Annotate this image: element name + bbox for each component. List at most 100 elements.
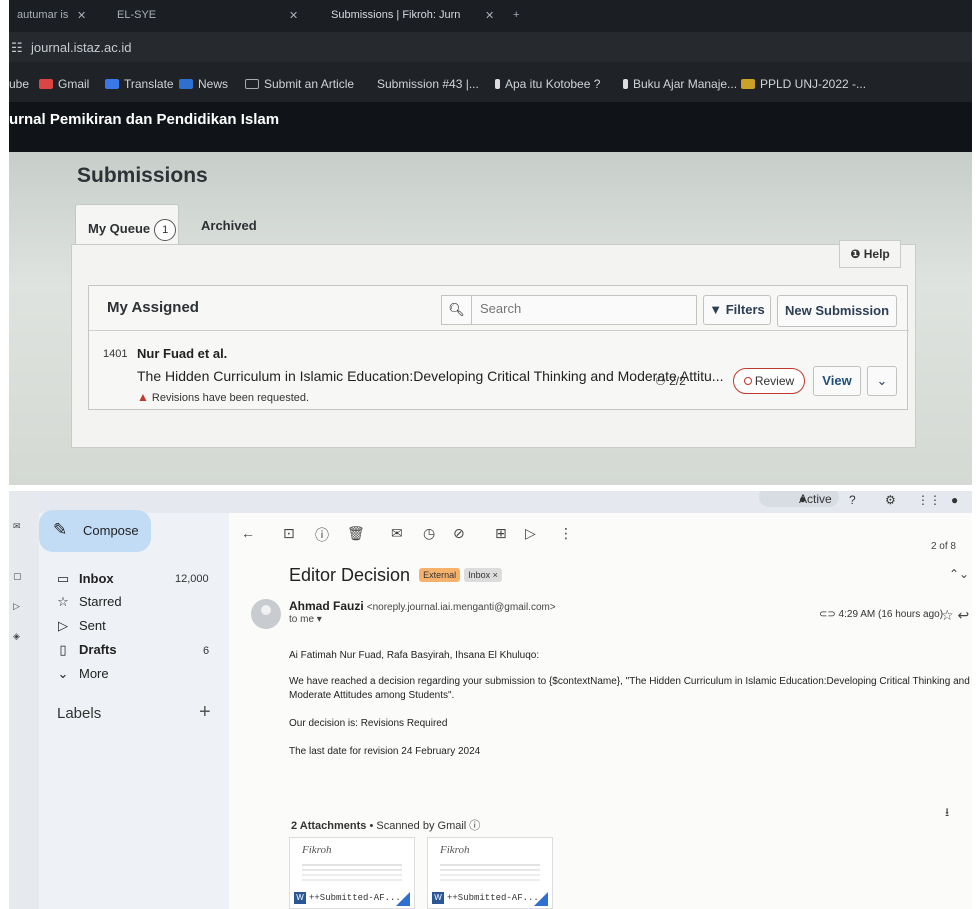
search-icon[interactable]: 🔍︎ <box>442 296 472 324</box>
send-icon: ▷ <box>58 618 68 633</box>
bookmark-translate[interactable]: Translate <box>105 77 174 91</box>
archive-icon[interactable]: ⊡ <box>283 525 295 542</box>
snooze-icon[interactable]: ◷ <box>423 525 435 542</box>
ojs-screenshot: autumar is ✕ EL-SYE ✕ Submissions | Fikr… <box>9 0 972 485</box>
rail-meet-icon[interactable]: ▷ <box>13 601 20 612</box>
tab-close-icon[interactable]: ✕ <box>77 9 86 22</box>
bookmark-kotobee[interactable]: Apa itu Kotobee ? <box>495 77 600 91</box>
doc-corner-icon <box>396 892 410 906</box>
add-task-icon[interactable]: ⊘ <box>453 525 465 542</box>
mark-unread-icon[interactable]: ✉ <box>391 525 403 542</box>
nav-inbox-label: Inbox <box>79 571 114 586</box>
news-icon <box>179 79 193 89</box>
review-stage-label: Review <box>754 374 795 388</box>
bookmark-news[interactable]: News <box>179 77 228 91</box>
bookmark-submit-article[interactable]: Submit an Article <box>245 77 354 91</box>
nav-inbox[interactable]: ▭ Inbox <box>53 571 114 587</box>
compose-button[interactable]: ✎ Compose <box>39 510 151 552</box>
recipient-toggle[interactable]: to me ▾ <box>289 614 322 625</box>
tab-my-queue-label: My Queue <box>88 221 151 236</box>
browser-tab[interactable]: EL-SYE <box>117 9 156 21</box>
inbox-count: 12,000 <box>175 573 209 585</box>
address-bar[interactable]: ☷ journal.istaz.ac.id <box>9 32 972 62</box>
attachment-card[interactable]: Fikroh W ++Submitted-AF... <box>427 837 553 909</box>
email-time: ⊂⊃ 4:29 AM (16 hours ago) <box>819 609 943 620</box>
new-submission-button[interactable]: New Submission <box>777 295 897 327</box>
email-subject: Editor Decision External Inbox × <box>289 565 502 586</box>
email-paragraph: We have reached a decision regarding you… <box>289 676 970 701</box>
bookmark-icon <box>623 79 628 89</box>
browser-tab-active[interactable]: Submissions | Fikroh: Jurn <box>331 9 460 21</box>
inbox-tag[interactable]: Inbox × <box>464 568 502 582</box>
filters-button[interactable]: ▼ Filters <box>703 295 771 325</box>
sender-name[interactable]: Ahmad Fauzi <box>289 599 364 613</box>
browser-tab[interactable]: autumar is <box>17 9 68 21</box>
bookmark-icon <box>495 79 500 89</box>
nav-starred[interactable]: ☆ Starred <box>53 594 121 610</box>
help-label: Help <box>863 247 890 261</box>
apps-grid-icon[interactable]: ⋮⋮ <box>917 493 941 507</box>
reply-icon[interactable]: ↩ <box>957 607 969 623</box>
rail-mail-icon[interactable]: ✉ <box>13 521 21 532</box>
back-arrow-icon[interactable]: ← <box>241 525 255 541</box>
help-circle-icon[interactable]: ? <box>849 493 856 507</box>
page-count: 2 of 8 <box>930 541 956 552</box>
tab-archived-label: Archived <box>201 218 257 233</box>
star-icon[interactable]: ☆ <box>941 607 954 623</box>
label-icon[interactable]: ▷ <box>525 525 536 542</box>
bookmark-youtube[interactable]: ube <box>9 77 29 91</box>
review-stage-button[interactable]: Review <box>733 368 805 394</box>
search-input[interactable] <box>480 301 680 316</box>
submission-notice: ▲ Revisions have been requested. <box>137 390 309 404</box>
journal-title[interactable]: urnal Pemikiran dan Pendidikan Islam <box>9 111 279 128</box>
bookmark-ppld[interactable]: PPLD UNJ-2022 -... <box>741 77 866 91</box>
nav-drafts-label: Drafts <box>79 642 117 657</box>
attachments-title: 2 Attachments <box>291 820 367 832</box>
url-text[interactable]: journal.istaz.ac.id <box>31 40 131 55</box>
filters-label: Filters <box>725 302 765 317</box>
tab-close-icon[interactable]: ✕ <box>485 9 494 22</box>
warning-icon: ▲ <box>137 390 149 404</box>
more-vertical-icon[interactable]: ⋮ <box>559 525 573 542</box>
report-spam-icon[interactable]: ⓘ <box>315 525 329 545</box>
download-all-icon[interactable]: ⭳ <box>945 803 949 824</box>
submission-title[interactable]: The Hidden Curriculum in Islamic Educati… <box>137 368 723 384</box>
journal-header: urnal Pemikiran dan Pendidikan Islam <box>9 102 972 152</box>
nav-sent[interactable]: ▷ Sent <box>53 618 106 634</box>
add-label-icon[interactable]: + <box>199 701 211 724</box>
rail-chat-icon[interactable]: ▢ <box>13 571 22 582</box>
thumbnail-logo: Fikroh <box>302 844 332 856</box>
sender-email: <noreply.journal.iai.menganti@gmail.com> <box>366 602 556 613</box>
move-to-icon[interactable]: ⊞ <box>495 525 507 542</box>
status-label: Active <box>799 492 832 506</box>
nav-sent-label: Sent <box>79 618 106 633</box>
attachment-card[interactable]: Fikroh W ++Submitted-AF... <box>289 837 415 909</box>
bookmark-submission-43[interactable]: Submission #43 |... <box>377 77 479 91</box>
word-doc-icon: W <box>294 892 306 904</box>
nav-more[interactable]: ⌄ More <box>53 666 109 682</box>
bookmark-gmail[interactable]: Gmail <box>39 77 89 91</box>
delete-icon[interactable]: 🗑︎ <box>347 525 365 542</box>
view-button[interactable]: View <box>813 366 861 396</box>
thumbnail-logo: Fikroh <box>440 844 470 856</box>
lock-user-icon: ⚇ <box>655 374 666 388</box>
site-info-icon[interactable]: ☷ <box>11 40 23 56</box>
rail-spaces-icon[interactable]: ◈ <box>13 631 20 642</box>
page-icon <box>245 79 259 89</box>
tab-close-icon[interactable]: ✕ <box>289 9 298 22</box>
nav-drafts[interactable]: ▯ Drafts <box>53 642 117 658</box>
tab-archived[interactable]: Archived <box>193 204 257 244</box>
status-active-pill[interactable]: ● Active <box>759 491 839 507</box>
collapse-icon[interactable]: ⌃⌄ <box>949 567 969 581</box>
tab-my-queue[interactable]: My Queue 1 <box>75 204 179 244</box>
settings-gear-icon[interactable]: ⚙ <box>885 493 896 507</box>
bookmark-buku-ajar[interactable]: Buku Ajar Manaje... <box>623 77 737 91</box>
account-avatar[interactable]: ● <box>951 493 958 507</box>
new-tab-icon[interactable]: + <box>513 9 519 21</box>
filter-icon: ▼ <box>709 302 723 317</box>
queue-panel: My Assigned 🔍︎ ▼ Filters New Submission … <box>71 244 916 448</box>
help-button[interactable]: ❶ Help <box>839 240 901 268</box>
search-box[interactable]: 🔍︎ <box>441 295 697 325</box>
gmail-screenshot: ● Active ? ⚙ ⋮⋮ ● ✉ ▢ ▷ ◈ ✎ Compose ▭ Inbo… <box>9 491 972 909</box>
expand-chevron-icon[interactable]: ⌄ <box>867 366 897 396</box>
